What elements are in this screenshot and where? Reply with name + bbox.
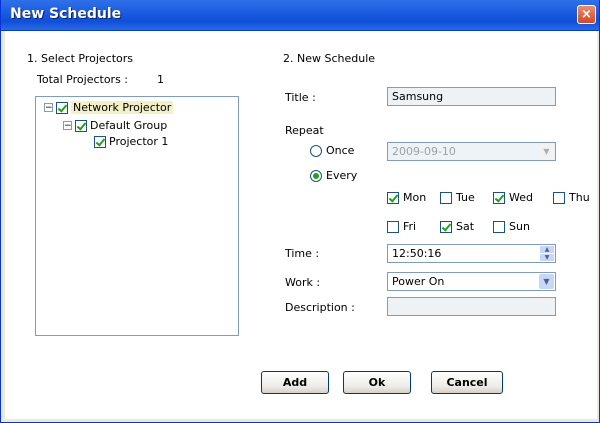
- new-schedule-heading: 2. New Schedule: [283, 52, 376, 65]
- tree-label-network-projector: Network Projector: [71, 101, 174, 114]
- day-sat[interactable]: Sat: [440, 220, 474, 233]
- day-thu-checkbox[interactable]: [553, 191, 565, 204]
- tree-label-projector-1: Projector 1: [109, 135, 169, 148]
- title-label: Title :: [285, 91, 316, 104]
- tree-label-default-group: Default Group: [90, 119, 168, 132]
- day-sun-checkbox[interactable]: [493, 220, 505, 233]
- tree-checkbox-projector-1[interactable]: [94, 135, 106, 148]
- day-sat-checkbox[interactable]: [440, 220, 452, 233]
- once-date-combo[interactable]: 2009-09-10 ▼: [387, 142, 556, 161]
- day-wed-label: Wed: [509, 191, 533, 204]
- every-option[interactable]: Every: [310, 169, 357, 182]
- day-wed[interactable]: Wed: [493, 191, 533, 204]
- chevron-down-icon[interactable]: ▼: [539, 144, 554, 159]
- time-label: Time :: [285, 247, 320, 260]
- tree-checkbox-network-projector[interactable]: [56, 101, 68, 114]
- day-sun[interactable]: Sun: [493, 220, 530, 233]
- once-radio[interactable]: [310, 144, 322, 157]
- every-radio[interactable]: [310, 169, 322, 182]
- work-select[interactable]: Power On ▼: [387, 272, 556, 291]
- day-tue-checkbox[interactable]: [440, 191, 452, 204]
- projector-tree[interactable]: − Network Projector − Default Group Proj…: [35, 96, 239, 336]
- time-input[interactable]: 12:50:16 ▲ ▼: [387, 244, 556, 263]
- collapse-icon[interactable]: −: [44, 103, 53, 113]
- day-mon[interactable]: Mon: [387, 191, 426, 204]
- cancel-button[interactable]: Cancel: [431, 371, 503, 394]
- title-bar[interactable]: New Schedule ×: [1, 0, 599, 31]
- tree-node-default-group[interactable]: − Default Group: [63, 119, 167, 132]
- total-projectors-label: Total Projectors :: [37, 73, 129, 86]
- day-tue-label: Tue: [456, 191, 475, 204]
- title-input[interactable]: Samsung: [387, 87, 556, 106]
- day-wed-checkbox[interactable]: [493, 191, 505, 204]
- chevron-down-icon[interactable]: ▼: [539, 274, 554, 289]
- work-label: Work :: [285, 276, 321, 289]
- tree-node-projector-1[interactable]: Projector 1: [94, 135, 168, 148]
- repeat-label: Repeat: [285, 124, 324, 137]
- select-projectors-heading: 1. Select Projectors: [27, 52, 134, 65]
- day-mon-label: Mon: [403, 191, 427, 204]
- add-button[interactable]: Add: [261, 371, 329, 394]
- once-date-value: 2009-09-10: [392, 145, 456, 158]
- collapse-icon[interactable]: −: [63, 121, 72, 131]
- day-fri[interactable]: Fri: [387, 220, 416, 233]
- ok-button[interactable]: Ok: [343, 371, 411, 394]
- day-mon-checkbox[interactable]: [387, 191, 399, 204]
- once-option[interactable]: Once: [310, 144, 354, 157]
- description-label: Description :: [285, 301, 355, 314]
- day-tue[interactable]: Tue: [440, 191, 475, 204]
- tree-checkbox-default-group[interactable]: [75, 119, 87, 132]
- dialog-body: 1. Select Projectors Total Projectors : …: [5, 31, 597, 419]
- time-value: 12:50:16: [392, 247, 442, 260]
- description-input[interactable]: [387, 297, 556, 316]
- day-sun-label: Sun: [509, 220, 530, 233]
- day-thu-label: Thu: [569, 191, 590, 204]
- close-icon[interactable]: ×: [577, 5, 596, 24]
- total-projectors-value: 1: [157, 73, 164, 86]
- spin-down-icon[interactable]: ▼: [540, 254, 554, 262]
- new-schedule-window: New Schedule × 1. Select Projectors Tota…: [0, 0, 600, 423]
- day-sat-label: Sat: [456, 220, 475, 233]
- day-fri-label: Fri: [403, 220, 417, 233]
- every-label: Every: [326, 169, 358, 182]
- day-fri-checkbox[interactable]: [387, 220, 399, 233]
- work-value: Power On: [392, 275, 445, 288]
- spin-up-icon[interactable]: ▲: [540, 246, 554, 254]
- day-thu[interactable]: Thu: [553, 191, 590, 204]
- once-label: Once: [326, 144, 355, 157]
- window-title: New Schedule: [10, 6, 122, 22]
- tree-node-network-projector[interactable]: − Network Projector: [44, 101, 174, 114]
- time-spinner[interactable]: ▲ ▼: [540, 246, 554, 262]
